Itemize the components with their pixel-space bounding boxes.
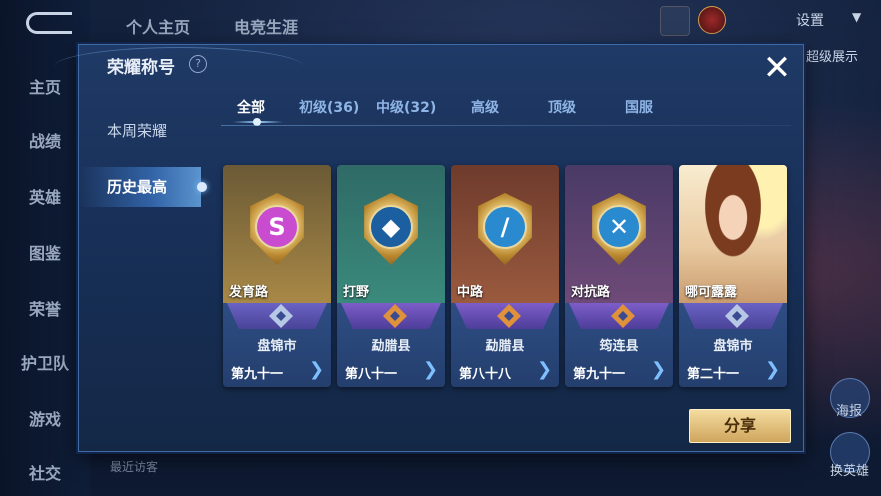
active-indicator-icon	[197, 182, 207, 192]
card-label: 对抗路	[571, 285, 611, 300]
rank-emblem-icon	[725, 304, 749, 328]
honor-title-modal: 荣耀称号 ? ✕ 本周荣耀 历史最高 全部 初级(36) 中级(32) 高级 顶…	[54, 44, 804, 452]
card-region: 勐腊县	[485, 339, 525, 354]
card-region: 勐腊县	[371, 339, 411, 354]
clash-lane-icon: ✕	[608, 213, 630, 241]
card-art: / 中路	[451, 165, 559, 303]
chevron-down-icon[interactable]: ▼	[852, 10, 861, 24]
chevron-right-icon[interactable]: ❯	[651, 359, 666, 380]
card-art: 哪可露露	[679, 165, 787, 303]
poster-label: 海报	[836, 404, 863, 419]
jungle-lane-icon: ◆	[381, 213, 401, 241]
honor-card[interactable]: ◆ 打野 勐腊县 第八十一 ❯	[337, 165, 445, 387]
card-rank: 第八十八	[459, 367, 512, 382]
tab-top[interactable]: 顶级	[548, 97, 576, 117]
card-rank: 第九十一	[231, 367, 284, 382]
card-region: 盘锦市	[257, 339, 297, 354]
chevron-right-icon[interactable]: ❯	[423, 359, 438, 380]
rank-ribbon	[569, 303, 669, 329]
recent-visitors[interactable]: 最近访客	[110, 458, 310, 482]
card-rank: 第八十一	[345, 367, 398, 382]
nav-item-gallery[interactable]: 图鉴	[0, 240, 90, 264]
rank-emblem-icon	[497, 304, 521, 328]
avatar[interactable]	[660, 6, 690, 36]
nav-item-records[interactable]: 战绩	[0, 128, 90, 152]
tab-national[interactable]: 国服	[625, 97, 653, 117]
rank-emblem-icon	[269, 304, 293, 328]
tab-intermediate[interactable]: 中级(32)	[376, 97, 436, 117]
card-label: 哪可露露	[685, 285, 738, 300]
tab-underline	[233, 118, 283, 126]
tab-all[interactable]: 全部	[233, 97, 283, 126]
tab-advanced[interactable]: 高级	[471, 97, 499, 117]
side-item-history-best[interactable]: 历史最高	[79, 167, 207, 207]
card-info: 盘锦市 第二十一 ❯	[679, 303, 787, 387]
rank-emblem-icon	[611, 304, 635, 328]
rank-emblem-icon	[383, 304, 407, 328]
tab-beginner[interactable]: 初级(36)	[299, 97, 359, 117]
super-display-label[interactable]: 超级展示	[806, 46, 858, 65]
card-label: 发育路	[229, 285, 269, 300]
chevron-right-icon[interactable]: ❯	[309, 359, 324, 380]
marksman-lane-icon: S	[268, 213, 286, 241]
card-rank: 第九十一	[573, 367, 626, 382]
nav-item-heroes[interactable]: 英雄	[0, 184, 90, 208]
honor-card[interactable]: / 中路 勐腊县 第八十八 ❯	[451, 165, 559, 387]
card-art: ◆ 打野	[337, 165, 445, 303]
rank-ribbon	[455, 303, 555, 329]
nav-item-honor[interactable]: 荣誉	[0, 296, 90, 320]
card-art: S 发育路	[223, 165, 331, 303]
card-region: 筠连县	[599, 339, 639, 354]
card-rank: 第二十一	[687, 367, 740, 382]
nav-item-social[interactable]: 社交	[0, 460, 90, 484]
tab-label: 全部	[237, 100, 265, 116]
card-info: 勐腊县 第八十八 ❯	[451, 303, 559, 387]
chevron-right-icon[interactable]: ❯	[765, 359, 780, 380]
vip-badge-icon	[698, 6, 726, 34]
chevron-right-icon[interactable]: ❯	[537, 359, 552, 380]
rank-ribbon	[341, 303, 441, 329]
card-info: 盘锦市 第九十一 ❯	[223, 303, 331, 387]
honor-card[interactable]: S 发育路 盘锦市 第九十一 ❯	[223, 165, 331, 387]
card-art: ✕ 对抗路	[565, 165, 673, 303]
rank-ribbon	[683, 303, 783, 329]
change-hero-label: 换英雄	[830, 464, 870, 479]
mid-lane-icon: /	[500, 213, 510, 241]
side-item-weekly[interactable]: 本周荣耀	[79, 111, 201, 151]
rank-ribbon	[227, 303, 327, 329]
nav-item-games[interactable]: 游戏	[0, 406, 90, 430]
honor-card[interactable]: 哪可露露 盘锦市 第二十一 ❯	[679, 165, 787, 387]
tabs-divider	[221, 125, 791, 126]
top-tab-profile[interactable]: 个人主页	[126, 14, 190, 38]
modal-title: 荣耀称号	[107, 58, 175, 78]
title-flourish	[54, 47, 304, 87]
honor-card[interactable]: ✕ 对抗路 筠连县 第九十一 ❯	[565, 165, 673, 387]
back-arrow-icon[interactable]	[26, 12, 72, 34]
settings-button[interactable]: 设置	[796, 10, 824, 30]
share-button[interactable]: 分享	[689, 409, 791, 443]
card-region: 盘锦市	[713, 339, 753, 354]
modal-header: 荣耀称号 ?	[54, 45, 304, 81]
side-item-label: 历史最高	[107, 178, 168, 196]
card-label: 打野	[343, 285, 370, 300]
top-tab-esports[interactable]: 电竞生涯	[234, 14, 298, 38]
card-info: 勐腊县 第八十一 ❯	[337, 303, 445, 387]
help-icon[interactable]: ?	[189, 55, 207, 73]
tier-tabs: 全部 初级(36) 中级(32) 高级 顶级 国服	[221, 97, 791, 126]
close-button[interactable]: ✕	[759, 51, 795, 87]
nav-item-guard[interactable]: 护卫队	[0, 350, 90, 374]
card-info: 筠连县 第九十一 ❯	[565, 303, 673, 387]
card-label: 中路	[457, 285, 484, 300]
